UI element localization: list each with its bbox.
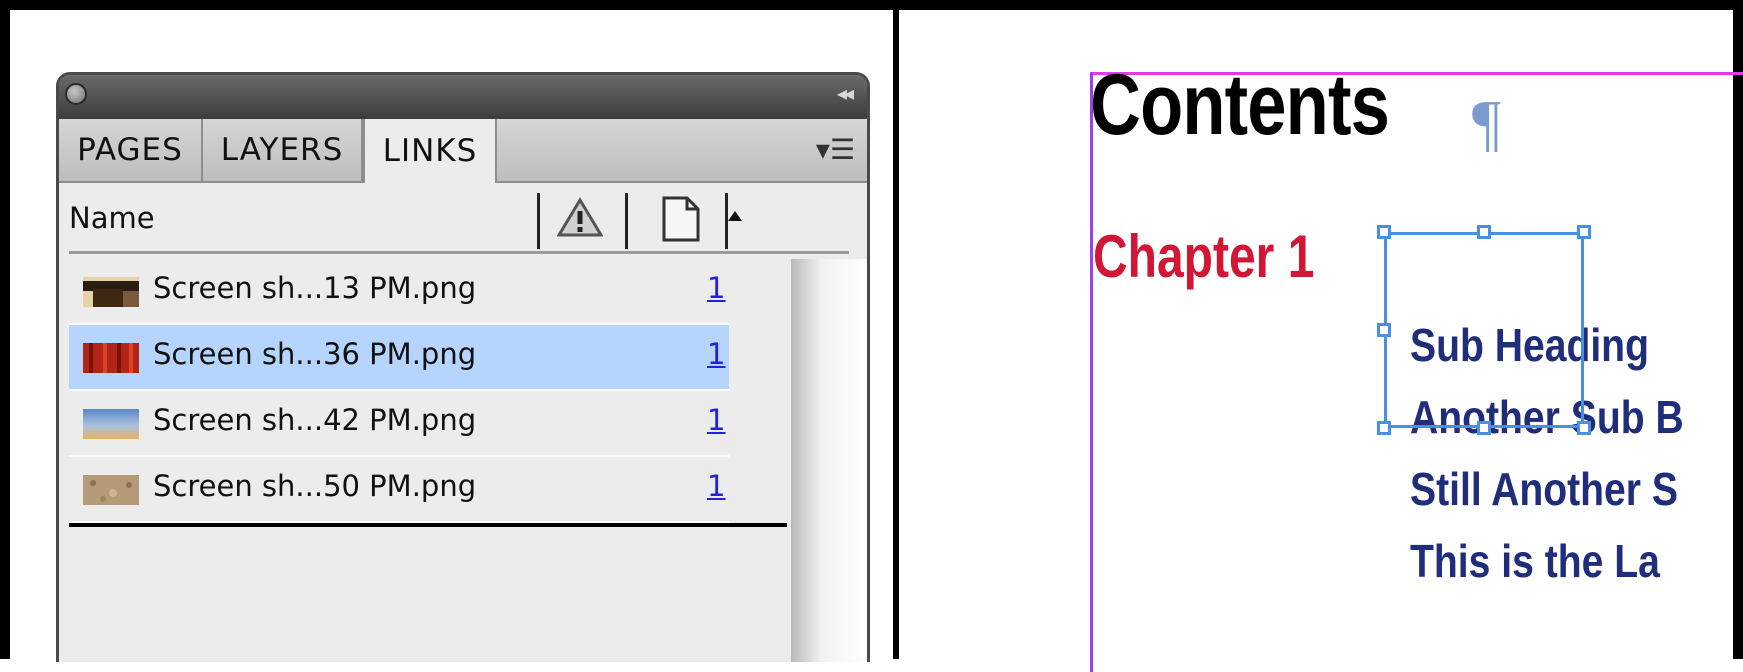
close-icon[interactable] bbox=[65, 83, 87, 105]
tab-layers[interactable]: LAYERS bbox=[203, 119, 363, 181]
list-bottom-rule bbox=[69, 523, 787, 527]
warning-icon[interactable] bbox=[557, 197, 603, 237]
scrollbar[interactable] bbox=[791, 259, 867, 662]
panel-tabbar: PAGES LAYERS LINKS ▾☰ bbox=[59, 119, 867, 183]
resize-handle[interactable] bbox=[1377, 225, 1391, 239]
links-panel: ◂◂ PAGES LAYERS LINKS ▾☰ Name Screen sh.… bbox=[56, 72, 870, 662]
list-item[interactable]: Screen sh...13 PM.png 1 bbox=[69, 259, 729, 325]
selected-frame[interactable] bbox=[1384, 232, 1584, 428]
image-thumbnail bbox=[83, 343, 139, 373]
document-title[interactable]: Contents bbox=[1090, 56, 1390, 155]
link-page-number[interactable]: 1 bbox=[707, 337, 725, 371]
column-separator bbox=[537, 193, 540, 249]
chapter-heading[interactable]: Chapter 1 bbox=[1093, 222, 1314, 291]
list-item[interactable]: Screen sh...36 PM.png 1 bbox=[69, 325, 729, 391]
list-item[interactable]: Screen sh...50 PM.png 1 bbox=[69, 457, 729, 523]
link-filename: Screen sh...42 PM.png bbox=[153, 403, 477, 437]
link-page-number[interactable]: 1 bbox=[707, 271, 725, 305]
list-item[interactable]: Screen sh...42 PM.png 1 bbox=[69, 391, 729, 457]
tab-links[interactable]: LINKS bbox=[363, 119, 497, 183]
column-separator bbox=[625, 193, 628, 249]
pilcrow-icon: ¶ bbox=[1472, 87, 1501, 158]
column-separator bbox=[725, 193, 728, 249]
resize-handle[interactable] bbox=[1577, 225, 1591, 239]
header-rule bbox=[69, 251, 849, 254]
name-column-header[interactable]: Name bbox=[69, 201, 155, 235]
image-thumbnail bbox=[83, 277, 139, 307]
resize-handle[interactable] bbox=[1577, 421, 1591, 435]
subheading[interactable]: Still Another S bbox=[1410, 462, 1678, 516]
page-icon[interactable] bbox=[661, 195, 701, 243]
links-column-header: Name bbox=[59, 183, 867, 255]
sort-ascending-icon[interactable] bbox=[727, 209, 743, 223]
link-filename: Screen sh...13 PM.png bbox=[153, 271, 477, 305]
subheading[interactable]: This is the La bbox=[1410, 534, 1660, 588]
panel-divider bbox=[893, 0, 899, 659]
resize-handle[interactable] bbox=[1377, 421, 1391, 435]
link-page-number[interactable]: 1 bbox=[707, 403, 725, 437]
link-page-number[interactable]: 1 bbox=[707, 469, 725, 503]
panel-menu-icon[interactable]: ▾☰ bbox=[816, 133, 855, 166]
image-thumbnail bbox=[83, 409, 139, 439]
link-filename: Screen sh...36 PM.png bbox=[153, 337, 477, 371]
resize-handle[interactable] bbox=[1477, 421, 1491, 435]
resize-handle[interactable] bbox=[1377, 323, 1391, 337]
collapse-icon[interactable]: ◂◂ bbox=[837, 81, 854, 105]
panel-titlebar[interactable]: ◂◂ bbox=[59, 75, 867, 119]
image-thumbnail bbox=[83, 475, 139, 505]
tab-pages[interactable]: PAGES bbox=[59, 119, 203, 181]
page-margin-guide-left bbox=[1090, 72, 1093, 672]
resize-handle[interactable] bbox=[1477, 225, 1491, 239]
link-filename: Screen sh...50 PM.png bbox=[153, 469, 477, 503]
